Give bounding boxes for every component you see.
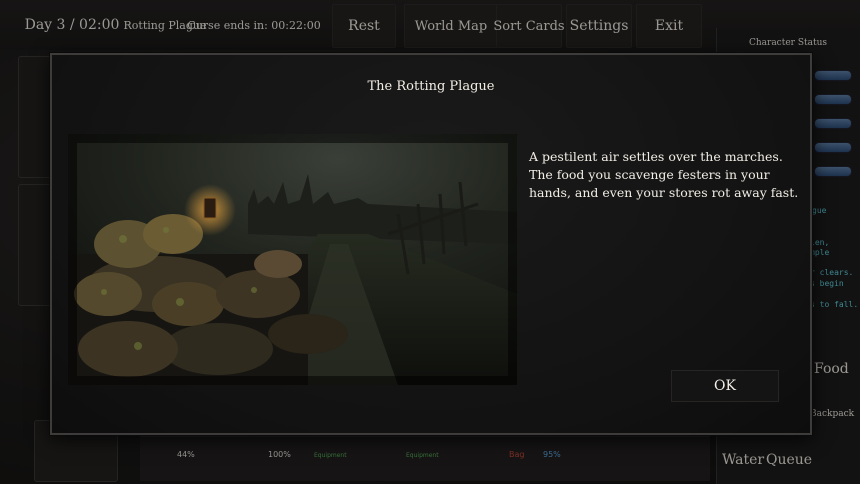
dialog-title: The Rotting Plague (367, 79, 495, 94)
ok-button[interactable]: OK (671, 370, 779, 402)
event-dialog: The Rotting Plague A pestilent air settl… (50, 53, 812, 435)
event-illustration (68, 134, 517, 385)
dialog-body-text: A pestilent air settles over the marches… (529, 149, 799, 200)
